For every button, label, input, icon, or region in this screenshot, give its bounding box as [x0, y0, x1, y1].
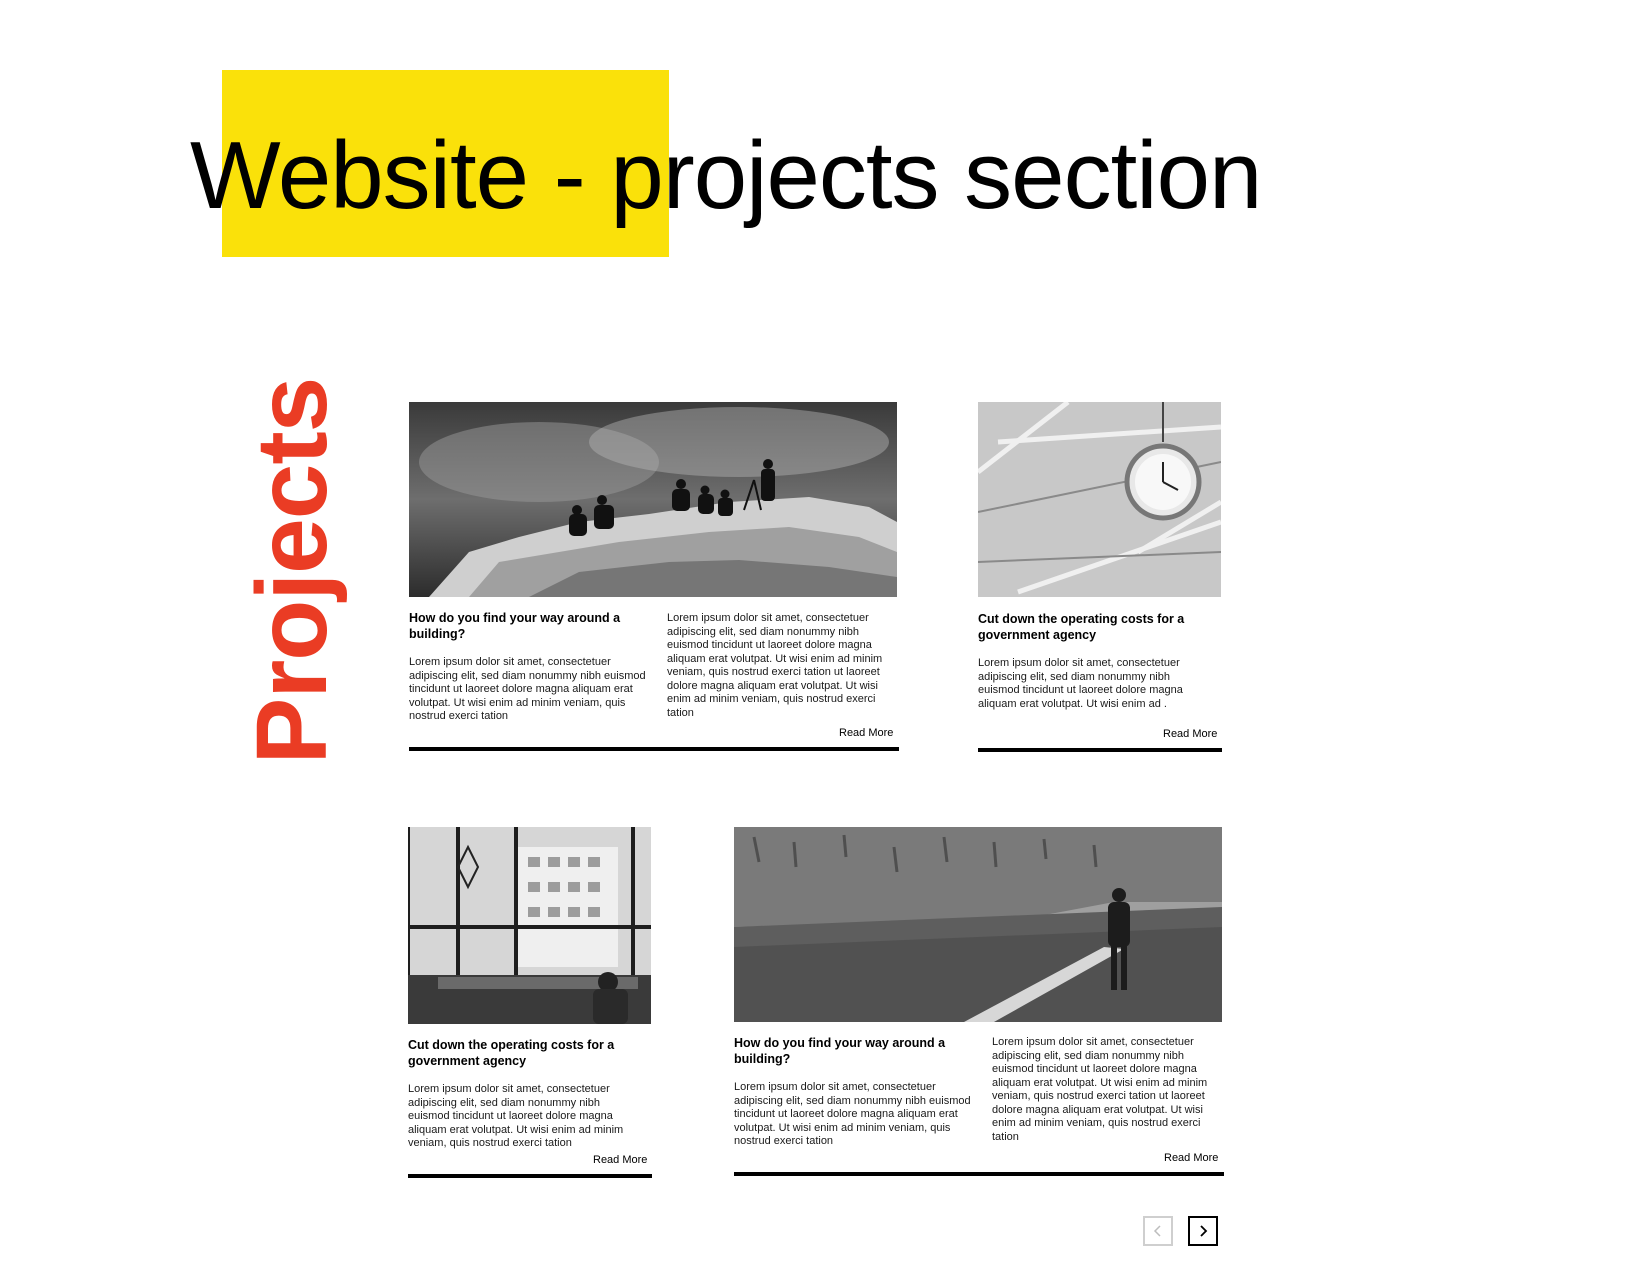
card-4-read-more-link[interactable]: Read More — [1164, 1152, 1218, 1164]
card-1-text-col1: Lorem ipsum dolor sit amet, consectetuer… — [409, 656, 646, 722]
card-1-image[interactable] — [409, 402, 897, 597]
card-2-divider — [978, 748, 1222, 752]
card-2-text: Lorem ipsum dolor sit amet, consectetuer… — [978, 657, 1183, 710]
card-3-read-more-link[interactable]: Read More — [593, 1154, 647, 1166]
walking-woman-photo-icon — [734, 827, 1222, 1022]
card-4-text-col1: Lorem ipsum dolor sit amet, consectetuer… — [734, 1081, 971, 1147]
card-4-divider — [734, 1172, 1224, 1176]
card-1-text-col2: Lorem ipsum dolor sit amet, consectetuer… — [667, 612, 883, 719]
card-4-title[interactable]: How do you find your way around a buildi… — [734, 1035, 969, 1067]
card-1-read-more-link[interactable]: Read More — [839, 727, 893, 739]
card-1-divider — [409, 747, 899, 751]
card-2-read-more-link[interactable]: Read More — [1163, 728, 1217, 740]
card-4-image[interactable] — [734, 827, 1222, 1022]
previous-page-button[interactable] — [1143, 1216, 1173, 1246]
page-title: Website - projects section — [190, 122, 1262, 229]
clock-photo-icon — [978, 402, 1221, 597]
card-4-text-col2: Lorem ipsum dolor sit amet, consectetuer… — [992, 1036, 1208, 1143]
card-2-title[interactable]: Cut down the operating costs for a gover… — [978, 611, 1208, 643]
office-photo-icon — [408, 827, 651, 1024]
next-page-button[interactable] — [1188, 1216, 1218, 1246]
chevron-left-icon — [1153, 1225, 1161, 1237]
card-3-image[interactable] — [408, 827, 651, 1024]
card-3-title[interactable]: Cut down the operating costs for a gover… — [408, 1037, 638, 1069]
hikers-photo-icon — [409, 402, 897, 597]
card-1-title[interactable]: How do you find your way around a buildi… — [409, 610, 644, 642]
card-3-divider — [408, 1174, 652, 1178]
chevron-right-icon — [1200, 1225, 1208, 1237]
card-3-text: Lorem ipsum dolor sit amet, consectetuer… — [408, 1083, 624, 1149]
card-2-image[interactable] — [978, 402, 1221, 597]
section-label: Projects — [236, 377, 348, 765]
